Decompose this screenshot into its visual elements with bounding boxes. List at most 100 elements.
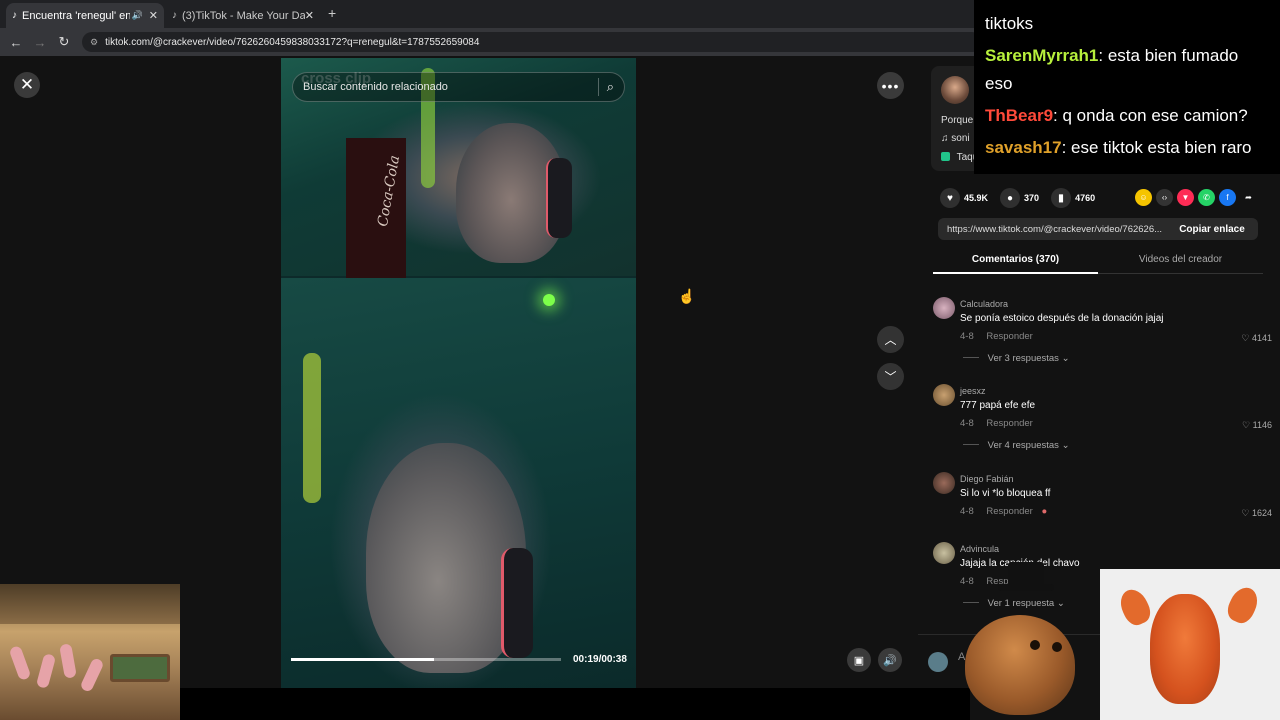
chevron-down-icon: ⌄ <box>1061 353 1070 364</box>
isopod-body <box>965 615 1075 715</box>
chat-text: : ese tiktok esta bien raro <box>1061 138 1252 157</box>
comment-username[interactable]: Advincula <box>960 544 999 554</box>
new-tab-button[interactable]: + <box>328 5 336 21</box>
comment-meta: 4-8 Responder <box>960 418 1033 429</box>
chat-text: eso <box>985 74 1013 93</box>
copy-link-button[interactable]: Copiar enlace <box>1166 218 1258 240</box>
close-tab-icon[interactable]: ✕ <box>305 9 314 22</box>
tab-title: Encuentra 'renegul' en TikT <box>22 9 130 22</box>
reply-button[interactable]: Responder <box>986 506 1032 517</box>
sound-label: soni <box>951 133 970 144</box>
tab-creator-videos[interactable]: Videos del creador <box>1098 254 1263 265</box>
chat-username: ThBear9 <box>985 106 1054 125</box>
view-replies-button[interactable]: Ver 4 respuestas ⌄ <box>963 440 1070 451</box>
comment-text: 777 papá efe efe <box>960 400 1036 411</box>
comment-meta: 4-8 Responder ● <box>960 506 1047 517</box>
like-button[interactable]: ♥ 45.9K <box>940 188 988 208</box>
save-button[interactable]: ▮ 4760 <box>1051 188 1095 208</box>
view-replies-label: Ver 4 respuestas <box>987 440 1059 451</box>
shrimp-room-image <box>0 584 180 720</box>
close-video-button[interactable]: ✕ <box>14 72 40 98</box>
share-icons: ☺ ‹› ▼ ✆ f ➦ <box>1135 189 1261 206</box>
active-tab-indicator <box>933 272 1098 274</box>
share-link[interactable]: https://www.tiktok.com/@crackever/video/… <box>938 224 1166 235</box>
avatar[interactable] <box>933 297 955 319</box>
creator-avatar[interactable] <box>941 76 969 104</box>
reload-icon[interactable]: ↻ <box>52 34 76 50</box>
previous-video-button[interactable]: ︿ <box>877 326 904 353</box>
ceiling <box>0 584 180 624</box>
whatsapp-icon[interactable]: ✆ <box>1198 189 1215 206</box>
avatar[interactable] <box>933 384 955 406</box>
view-replies-button[interactable]: Ver 3 respuestas ⌄ <box>963 353 1070 364</box>
comment-like-button[interactable]: ♡ 4141 <box>1241 333 1272 344</box>
search-placeholder: Buscar contenido relacionado <box>303 81 448 93</box>
gift-icon[interactable]: ☺ <box>1135 189 1152 206</box>
site-info-icon[interactable]: ⚙ <box>90 37 98 48</box>
picture-in-picture-button[interactable]: ▣ <box>847 648 871 672</box>
send-icon[interactable]: ▼ <box>1177 189 1194 206</box>
chat-message: tiktoks <box>985 14 1033 34</box>
share-arrow-icon[interactable]: ➦ <box>1240 189 1257 206</box>
chat-text: : esta bien fumado <box>1098 46 1239 65</box>
close-tab-icon[interactable]: ✕ <box>149 9 158 22</box>
next-video-button[interactable]: ﹀ <box>877 363 904 390</box>
tab-comments[interactable]: Comentarios (370) <box>933 254 1098 265</box>
reply-button[interactable]: Responder <box>986 418 1032 429</box>
shrimp-figure <box>8 644 32 682</box>
comment-username[interactable]: Calculadora <box>960 299 1008 309</box>
comment-text: Se ponía estoico después de la donación … <box>960 313 1164 324</box>
hand-cursor-icon: ☝ <box>678 288 696 304</box>
facebook-icon[interactable]: f <box>1219 189 1236 206</box>
comment-like-button[interactable]: ♡ 1624 <box>1241 508 1272 519</box>
comment-username[interactable]: jeesxz <box>960 386 986 396</box>
chat-message: ThBear9: q onda con ese camion? <box>985 106 1248 126</box>
chat-username: SarenMyrrah1 <box>985 46 1099 65</box>
sound-link[interactable]: ♫ soni <box>941 133 970 144</box>
pool-table <box>110 654 170 682</box>
tiktok-icon: ♪ <box>12 10 17 21</box>
stream-chat-overlay: tiktoks SarenMyrrah1: esta bien fumado e… <box>974 0 1280 174</box>
video-description: Porque <box>941 115 974 126</box>
comment-like-count: 4141 <box>1251 333 1272 343</box>
tag-link[interactable]: Taqu <box>941 152 978 163</box>
shrimp-body <box>1150 594 1220 704</box>
avatar[interactable] <box>933 472 955 494</box>
chat-message: savash17: ese tiktok esta bien raro <box>985 138 1252 158</box>
comment-date: 4-8 <box>960 331 974 342</box>
forward-icon[interactable]: → <box>28 35 52 50</box>
shrimp-claw <box>1115 585 1155 629</box>
comment-username[interactable]: Diego Fabián <box>960 474 1014 484</box>
reply-button[interactable]: Responder <box>986 331 1032 342</box>
tab-tiktok-search[interactable]: ♪ Encuentra 'renegul' en TikT 🔊 ✕ <box>6 3 164 28</box>
tab-tiktok-home[interactable]: ♪ (3)TikTok - Make Your Day ✕ <box>166 3 320 28</box>
more-options-button[interactable]: ••• <box>877 72 904 99</box>
embed-icon[interactable]: ‹› <box>1156 189 1173 206</box>
heart-outline-icon: ♡ <box>1241 333 1250 343</box>
chat-username: savash17 <box>985 138 1062 157</box>
bottom-bar <box>180 688 970 720</box>
back-icon[interactable]: ← <box>4 35 28 50</box>
shrimp-figure <box>59 643 77 679</box>
speaker-icon[interactable]: 🔊 <box>132 10 143 21</box>
shrimp-figure <box>35 653 57 689</box>
comment-button[interactable]: ● 370 <box>1000 188 1039 208</box>
bookmark-icon: ▮ <box>1051 188 1072 208</box>
avatar[interactable] <box>933 542 955 564</box>
search-icon[interactable]: ⌕ <box>607 79 614 95</box>
video-player[interactable]: Coca-Cola cross clip Buscar contenido re… <box>281 58 636 688</box>
comment-like-button[interactable]: ♡ 1146 <box>1242 420 1272 431</box>
volume-button[interactable]: 🔊 <box>878 648 902 672</box>
comment-date: 4-8 <box>960 506 974 517</box>
address-bar[interactable]: ⚙ tiktok.com/@crackever/video/7626260459… <box>82 32 982 52</box>
chevron-down-icon: ⌄ <box>1061 440 1070 451</box>
view-replies-label: Ver 3 respuestas <box>987 353 1059 364</box>
related-search-input[interactable]: Buscar contenido relacionado ⌕ <box>292 72 625 102</box>
save-count: 4760 <box>1075 193 1096 203</box>
comment-count: 370 <box>1024 193 1040 203</box>
creator-liked-icon: ● <box>1041 506 1048 517</box>
url-text: tiktok.com/@crackever/video/762626045983… <box>105 36 480 48</box>
isopod-eye <box>1052 642 1062 652</box>
video-progress-bar[interactable] <box>291 658 561 661</box>
comment-date: 4-8 <box>960 418 974 429</box>
